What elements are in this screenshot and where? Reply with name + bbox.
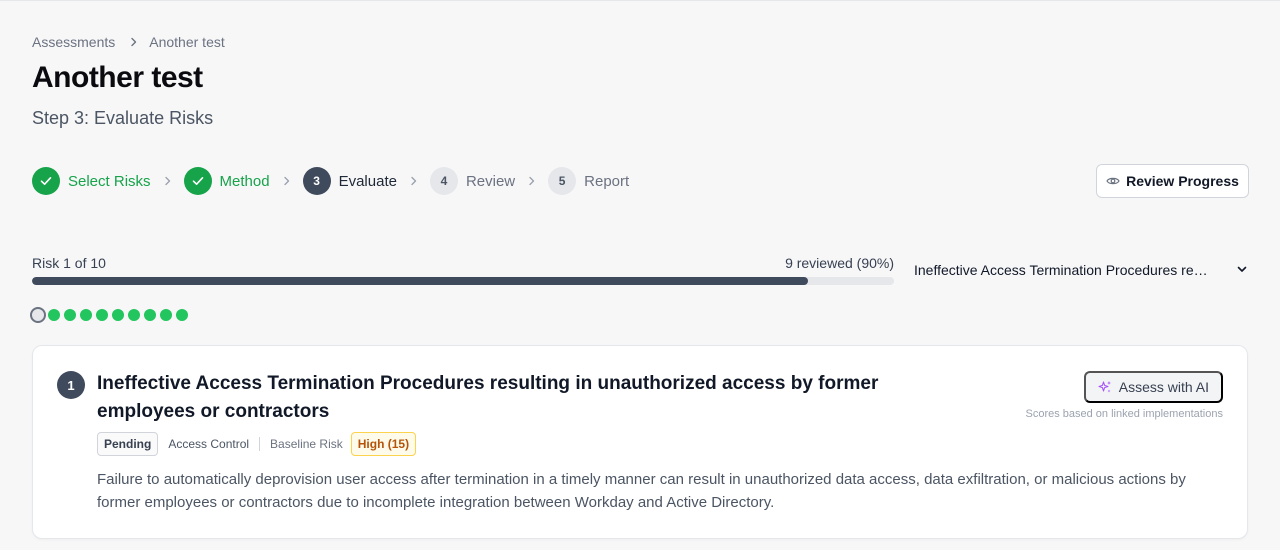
divider [259, 437, 261, 451]
risk-select-value: Ineffective Access Termination Procedure… [914, 262, 1214, 278]
review-progress-label: Review Progress [1126, 173, 1239, 189]
page-subtitle: Step 3: Evaluate Risks [32, 108, 214, 128]
chevron-right-icon [129, 37, 139, 47]
risk-nav-dot-1[interactable] [30, 307, 46, 323]
progress-count: 9 reviewed (90%) [785, 255, 894, 271]
chevron-right-icon [527, 176, 537, 186]
risk-card: 1 Ineffective Access Termination Procedu… [32, 345, 1248, 539]
step-label: Review [465, 172, 516, 190]
step-label: Report [584, 172, 630, 190]
breadcrumb-assessments-link[interactable]: Assessments [32, 34, 115, 50]
risk-nav-dot-10[interactable] [176, 309, 188, 321]
risk-nav-dot-3[interactable] [64, 309, 76, 321]
assess-with-ai-label: Assess with AI [1118, 379, 1209, 395]
sparkles-icon [1098, 380, 1112, 394]
risk-category: Access Control [168, 437, 250, 451]
risk-number-badge: 1 [57, 371, 85, 399]
assess-with-ai-button[interactable]: Assess with AI [1083, 371, 1223, 403]
risk-nav-dot-9[interactable] [160, 309, 172, 321]
step-label: Method [219, 172, 270, 190]
risk-description: Failure to automatically deprovision use… [97, 471, 1186, 511]
step-select-risks[interactable]: Select Risks [32, 167, 151, 195]
step-evaluate[interactable]: 3 Evaluate [302, 167, 397, 195]
step-label: Evaluate [338, 172, 397, 190]
stepper: Select Risks Method 3 Evaluate 4 Review … [32, 167, 629, 195]
chevron-right-icon [409, 176, 419, 186]
step-method[interactable]: Method [183, 167, 270, 195]
step-number: 3 [302, 167, 331, 195]
ai-scores-note: Scores based on linked implementations [1025, 408, 1223, 420]
risk-nav-dot-2[interactable] [48, 309, 60, 321]
risk-meta: Pending Access Control Baseline Risk Hig… [97, 432, 417, 456]
risk-nav-dot-8[interactable] [144, 309, 156, 321]
risk-nav-dot-4[interactable] [80, 309, 92, 321]
step-review[interactable]: 4 Review [429, 167, 516, 195]
page-title: Another test [32, 61, 203, 94]
review-progress-button[interactable]: Review Progress [1096, 164, 1249, 198]
risk-select-dropdown[interactable]: Ineffective Access Termination Procedure… [914, 259, 1248, 281]
progress-bar [32, 277, 894, 285]
risk-nav-dot-6[interactable] [112, 309, 124, 321]
baseline-risk-label: Baseline Risk [270, 437, 343, 451]
status-badge: Pending [97, 432, 159, 456]
step-report[interactable]: 5 Report [548, 167, 629, 195]
baseline-risk-badge: High (15) [350, 432, 417, 456]
step-number: 4 [429, 167, 458, 195]
progress-bar-fill [32, 277, 808, 285]
risk-nav-dot-5[interactable] [96, 309, 108, 321]
eye-icon [1106, 174, 1120, 188]
progress-label: Risk 1 of 10 [32, 255, 106, 271]
step-number: 5 [548, 167, 577, 195]
risk-navigation-dots [30, 307, 192, 323]
risk-nav-dot-7[interactable] [128, 309, 140, 321]
step-label: Select Risks [68, 172, 151, 190]
breadcrumb: Assessments Another test [32, 34, 225, 50]
chevron-right-icon [163, 176, 173, 186]
check-icon [183, 167, 212, 195]
chevron-down-icon [1236, 262, 1248, 278]
chevron-right-icon [282, 176, 292, 186]
risk-title: Ineffective Access Termination Procedure… [97, 373, 879, 422]
check-icon [32, 167, 60, 195]
breadcrumb-current: Another test [149, 34, 225, 50]
